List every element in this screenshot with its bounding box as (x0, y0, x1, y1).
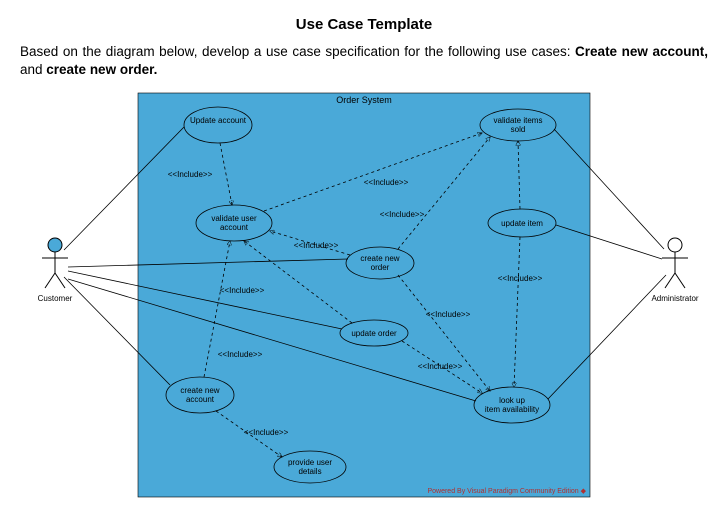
svg-text:Update account: Update account (190, 116, 247, 125)
actor-customer-label: Customer (38, 294, 73, 303)
inc-label-2: <<Include>> (294, 241, 339, 250)
uc-update-order-label: update order (351, 329, 397, 338)
instr-bold2: create new order. (46, 62, 157, 77)
actor-admin-label: Administrator (651, 294, 698, 303)
diagram-footer: Powered By Visual Paradigm Community Edi… (427, 488, 586, 495)
page-title: Use Case Template (20, 16, 708, 33)
inc-label-6: <<Include>> (426, 310, 471, 319)
inc-label-10: <<Include>> (244, 428, 289, 437)
inc-label-5: <<Include>> (498, 274, 543, 283)
actor-customer: Customer (38, 238, 73, 303)
instr-bold1: Create new account, (575, 44, 708, 59)
usecase-diagram: Order System Customer Administrator Upda… (20, 85, 708, 505)
inc-label-3: <<Include>> (364, 178, 409, 187)
inc-label-4: <<Include>> (380, 210, 425, 219)
instructions: Based on the diagram below, develop a us… (20, 43, 708, 79)
diagram-container: Order System Customer Administrator Upda… (20, 85, 708, 505)
svg-text:create newaccount: create newaccount (180, 386, 219, 404)
actor-admin: Administrator (651, 238, 698, 303)
inc-label-7: <<Include>> (418, 362, 463, 371)
inc-label-8: <<Include>> (220, 286, 265, 295)
system-boundary (138, 93, 590, 497)
instr-mid: and (20, 62, 46, 77)
instr-prefix: Based on the diagram below, develop a us… (20, 44, 575, 59)
uc-update-item-label: update item (501, 219, 543, 228)
system-title: Order System (336, 95, 392, 105)
inc-label-9: <<Include>> (218, 350, 263, 359)
inc-label-1: <<Include>> (168, 170, 213, 179)
